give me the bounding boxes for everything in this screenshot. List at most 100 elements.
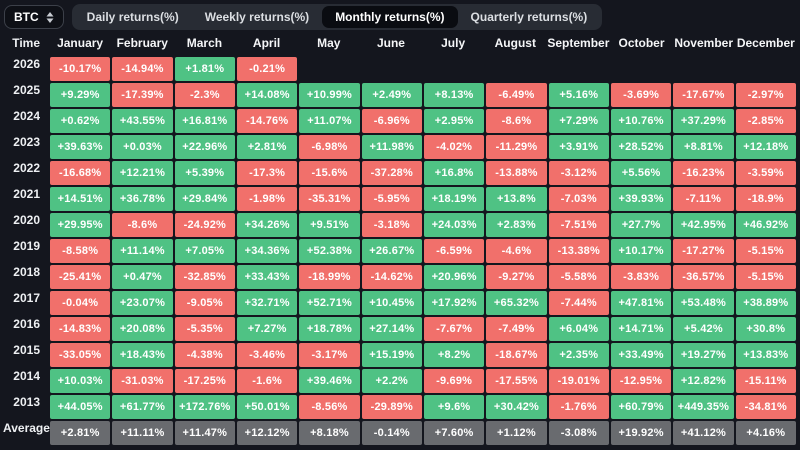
return-cell: -16.23% (673, 161, 734, 185)
return-cell: -19.01% (548, 369, 609, 393)
tab-daily-returns[interactable]: Daily returns(%) (74, 6, 192, 28)
return-cell: -7.11% (673, 187, 734, 211)
return-cell: -37.28% (361, 161, 422, 185)
table-header-row: Time January February March April May June Jul… (3, 32, 797, 54)
return-cell: -7.49% (486, 317, 547, 341)
return-cell: +29.95% (50, 213, 111, 237)
return-cell: +61.77% (112, 395, 173, 419)
return-cell: -34.81% (735, 395, 796, 419)
return-cell: +11.11% (112, 421, 173, 445)
return-cell: +2.81% (236, 135, 298, 159)
return-cell: -24.92% (174, 213, 235, 237)
return-cell: -15.11% (735, 369, 796, 393)
return-cell (362, 57, 422, 81)
return-cell: -3.59% (735, 161, 796, 185)
return-cell: -3.12% (548, 161, 609, 185)
return-cell: +22.96% (174, 135, 235, 159)
return-cell (424, 57, 484, 81)
return-cell: +10.17% (610, 239, 672, 263)
return-cell: +5.16% (548, 83, 609, 107)
return-cell: +15.19% (361, 343, 422, 367)
return-cell: -8.6% (486, 109, 547, 133)
return-cell: +8.81% (673, 135, 734, 159)
return-cell: +449.35% (673, 395, 734, 419)
row-year-label: 2021 (13, 187, 40, 201)
return-cell: +2.2% (361, 369, 422, 393)
return-cell: -13.38% (548, 239, 609, 263)
return-cell: -7.67% (423, 317, 485, 341)
return-cell: -2.97% (735, 83, 796, 107)
return-cell: -5.15% (735, 239, 796, 263)
return-cell: +10.99% (299, 83, 360, 107)
return-cell: +34.36% (236, 239, 298, 263)
return-cell: -3.08% (548, 421, 609, 445)
return-cell: -4.38% (174, 343, 235, 367)
return-cell: -0.21% (236, 57, 298, 81)
return-cell: +52.71% (299, 291, 360, 315)
return-cell: -32.85% (174, 265, 235, 289)
return-cell: +18.19% (423, 187, 485, 211)
tab-weekly-returns[interactable]: Weekly returns(%) (192, 6, 322, 28)
row-year-label: 2019 (13, 239, 40, 253)
row-year-label: 2025 (13, 83, 40, 97)
return-cell (736, 57, 796, 81)
return-cell: -10.17% (50, 57, 111, 81)
time-header: Time (12, 36, 40, 50)
month-header-july: July (441, 36, 466, 50)
return-cell: +14.08% (236, 83, 298, 107)
return-cell (549, 57, 609, 81)
return-cell: +7.05% (174, 239, 235, 263)
return-cell: -14.94% (112, 57, 173, 81)
return-cell: +5.56% (610, 161, 672, 185)
return-cell: +2.83% (486, 213, 547, 237)
return-cell: -1.76% (548, 395, 609, 419)
return-cell: -3.83% (610, 265, 672, 289)
tab-monthly-returns[interactable]: Monthly returns(%) (322, 6, 458, 28)
return-cell: -15.6% (299, 161, 360, 185)
return-cell: -18.99% (299, 265, 360, 289)
return-cell: -1.98% (236, 187, 298, 211)
return-cell: +5.42% (673, 317, 734, 341)
toolbar: BTC Daily returns(%) Weekly returns(%) Mon… (0, 0, 800, 32)
month-header-february: February (116, 36, 168, 50)
return-cell: -18.67% (486, 343, 547, 367)
return-cell: -14.83% (50, 317, 111, 341)
return-cell: +16.8% (423, 161, 485, 185)
row-year-label: 2024 (13, 109, 40, 123)
return-cell: -5.15% (735, 265, 796, 289)
return-cell: -9.05% (174, 291, 235, 315)
return-cell: +1.12% (486, 421, 547, 445)
return-cell: -17.25% (174, 369, 235, 393)
returns-tabs: Daily returns(%) Weekly returns(%) Monthly… (71, 4, 603, 30)
return-cell: +2.81% (50, 421, 111, 445)
return-cell: +65.32% (486, 291, 547, 315)
return-cell: +8.2% (423, 343, 485, 367)
return-cell: +12.82% (673, 369, 734, 393)
return-cell: -29.89% (361, 395, 422, 419)
return-cell: -3.69% (610, 83, 672, 107)
return-cell: +7.29% (548, 109, 609, 133)
return-cell: +60.79% (610, 395, 672, 419)
table-row: 2017 -0.04% +23.07% -9.05% +32.71% +52.71% +10… (3, 291, 797, 315)
asset-selector[interactable]: BTC (4, 5, 64, 29)
return-cell: +30.42% (486, 395, 547, 419)
table-row: 2026 -10.17% -14.94% +1.81% -0.21% (3, 57, 797, 81)
row-year-label: 2026 (13, 57, 40, 71)
return-cell: +27.14% (361, 317, 422, 341)
return-cell (299, 57, 359, 81)
return-cell: +39.93% (610, 187, 672, 211)
return-cell: +27.7% (610, 213, 672, 237)
tab-quarterly-returns[interactable]: Quarterly returns(%) (458, 6, 601, 28)
return-cell (486, 57, 546, 81)
month-header-november: November (674, 36, 733, 50)
return-cell: +33.43% (236, 265, 298, 289)
return-cell: -6.49% (486, 83, 547, 107)
return-cell: -14.62% (361, 265, 422, 289)
return-cell: -5.35% (174, 317, 235, 341)
row-year-label: 2014 (13, 369, 40, 383)
return-cell: -11.29% (486, 135, 547, 159)
table-row: 2018 -25.41% +0.47% -32.85% +33.43% -18.99% -1… (3, 265, 797, 289)
return-cell: +20.96% (423, 265, 485, 289)
return-cell: -13.88% (486, 161, 547, 185)
table-row: 2016 -14.83% +20.08% -5.35% +7.27% +18.78% +27… (3, 317, 797, 341)
